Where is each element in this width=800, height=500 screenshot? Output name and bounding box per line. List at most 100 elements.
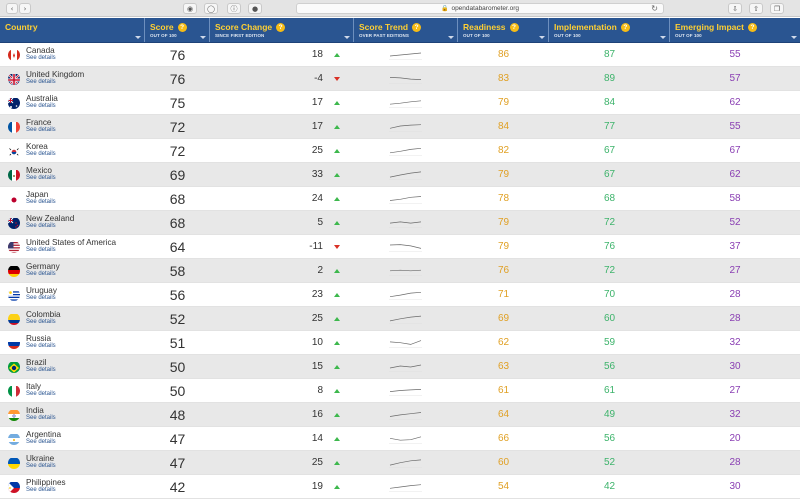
table-row[interactable]: Philippines See details 42 19 54 42 30 [0,475,800,499]
header-country-label: Country [5,22,38,32]
country-name-block: New Zealand See details [26,214,74,231]
table-row[interactable]: United Kingdom See details 76 -4 83 89 57 [0,67,800,91]
header-readiness[interactable]: Readiness? OUT OF 100 [458,18,549,42]
score-value: 68 [169,214,186,231]
see-details-link[interactable]: See details [26,127,56,134]
france-flag-icon [8,121,20,133]
see-details-link[interactable]: See details [26,319,61,326]
see-details-link[interactable]: See details [26,247,116,254]
sort-arrow-icon[interactable] [135,36,141,39]
table-row[interactable]: India See details 48 16 64 49 32 [0,403,800,427]
table-row[interactable]: France See details 72 17 84 77 55 [0,115,800,139]
see-details-link[interactable]: See details [26,463,56,470]
see-details-link[interactable]: See details [26,487,66,494]
help-icon[interactable]: ? [509,22,519,32]
score-change-value: 14 [311,433,323,444]
argentina-flag-icon [8,433,20,445]
implementation-value: 67 [603,145,616,156]
see-details-link[interactable]: See details [26,199,56,206]
extension-icon-1[interactable]: ◉ [183,3,197,14]
sort-arrow-icon[interactable] [660,36,666,39]
table-row[interactable]: Brazil See details 50 15 63 56 30 [0,355,800,379]
score-trend-sparkline [354,163,458,186]
table-row[interactable]: Uruguay See details 56 23 71 70 28 [0,283,800,307]
extension-icon-2[interactable]: ◯ [204,3,218,14]
table-row[interactable]: Russia See details 51 10 62 59 32 [0,331,800,355]
see-details-link[interactable]: See details [26,151,56,158]
emerging-impact-value: 58 [729,193,741,204]
sort-arrow-icon[interactable] [344,36,350,39]
header-score-trend[interactable]: Score Trend? OVER PAST EDITIONS [354,18,458,42]
see-details-link[interactable]: See details [26,79,84,86]
emerging-impact-value: 57 [729,73,741,84]
sort-arrow-icon[interactable] [539,36,545,39]
table-row[interactable]: United States of America See details 64 -11… [0,235,800,259]
table-row[interactable]: Colombia See details 52 25 69 60 28 [0,307,800,331]
see-details-link[interactable]: See details [26,271,60,278]
header-score[interactable]: Score? OUT OF 100 [145,18,210,42]
back-button[interactable]: ‹ [6,3,18,14]
see-details-link[interactable]: See details [26,439,61,446]
see-details-link[interactable]: See details [26,343,56,350]
score-change-cell: 19 [210,475,354,498]
tabs-icon[interactable]: ❐ [770,3,784,14]
sort-arrow-icon[interactable] [448,36,454,39]
colombia-flag-icon [8,313,20,325]
address-bar[interactable]: 🔒 opendatabarometer.org ↻ [296,3,664,14]
table-row[interactable]: Argentina See details 47 14 66 56 20 [0,427,800,451]
readiness-value: 64 [497,409,510,420]
country-name: Japan [26,189,49,199]
see-details-link[interactable]: See details [26,367,56,374]
country-name: Uruguay [26,285,57,295]
table-row[interactable]: Mexico See details 69 33 79 67 62 [0,163,800,187]
see-details-link[interactable]: See details [26,55,56,62]
country-name-block: Uruguay See details [26,285,57,303]
header-emerging-impact-subtitle: OUT OF 100 [675,33,702,38]
score-value: 68 [169,190,186,207]
country-name-block: Japan See details [26,189,56,207]
help-icon[interactable]: ? [177,22,187,32]
readiness-value: 62 [497,337,510,348]
forward-button[interactable]: › [19,3,31,14]
header-country[interactable]: Country [0,18,145,42]
see-details-link[interactable]: See details [26,103,58,110]
help-icon[interactable]: ? [412,22,422,32]
country-name-block: Colombia See details [26,310,61,327]
table-row[interactable]: Canada See details 76 18 86 87 55 [0,43,800,67]
table-row[interactable]: Korea See details 72 25 82 67 67 [0,139,800,163]
download-icon[interactable]: ⇩ [728,3,742,14]
see-details-link[interactable]: See details [26,175,56,182]
score-trend-sparkline [354,43,458,66]
table-row[interactable]: Australia See details 75 17 79 84 62 [0,91,800,115]
table-row[interactable]: Japan See details 68 24 78 68 58 [0,187,800,211]
help-icon[interactable]: ? [620,22,630,32]
see-details-link[interactable]: See details [26,415,56,422]
help-icon[interactable]: ? [747,22,757,32]
score-value: 47 [169,454,186,471]
extension-icon-3[interactable]: ● [248,3,262,14]
table-row[interactable]: Germany See details 58 2 76 72 27 [0,259,800,283]
table-row[interactable]: New Zealand See details 68 5 79 72 52 [0,211,800,235]
country-name: Philippines [26,477,66,487]
see-details-link[interactable]: See details [26,391,56,398]
header-emerging-impact[interactable]: Emerging Impact? OUT OF 100 [670,18,800,42]
australia-flag-icon [8,97,20,109]
table-row[interactable]: Italy See details 50 8 61 61 27 [0,379,800,403]
score-change-cell: -4 [210,67,354,90]
table-row[interactable]: Ukraine See details 47 25 60 52 28 [0,451,800,475]
info-icon[interactable]: ⓘ [227,3,241,14]
share-icon[interactable]: ⇧ [749,3,763,14]
header-implementation[interactable]: Implementation? OUT OF 100 [549,18,670,42]
header-score-change[interactable]: Score Change? SINCE FIRST EDITION [210,18,354,42]
see-details-link[interactable]: See details [26,223,74,230]
score-change-cell: 25 [210,451,354,474]
reload-icon[interactable]: ↻ [651,4,658,13]
sort-arrow-icon[interactable] [791,36,797,39]
see-details-link[interactable]: See details [26,295,57,302]
arrow-up-icon [334,316,340,321]
country-cell: Argentina See details [0,427,145,450]
country-name: Germany [26,261,60,271]
sort-arrow-icon[interactable] [200,36,206,39]
country-name-block: Germany See details [26,261,60,279]
help-icon[interactable]: ? [276,22,286,32]
